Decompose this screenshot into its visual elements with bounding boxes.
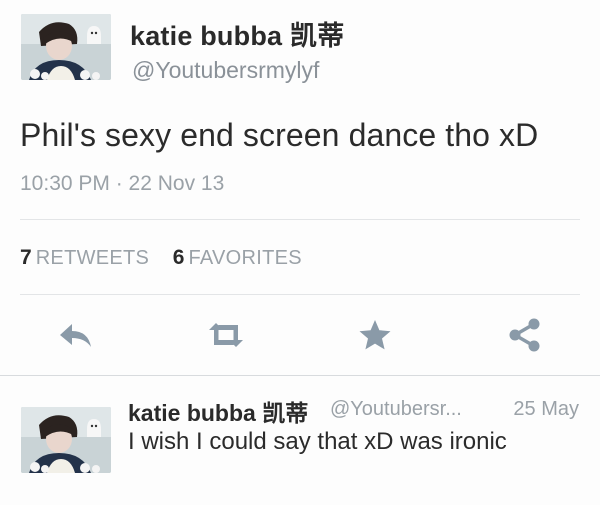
- reply-icon: [60, 324, 91, 347]
- favorites-label: FAVORITES: [188, 247, 302, 269]
- tweet-detail-screen: katie bubba 凯蒂 @Youtubersrmylyf Phil's s…: [0, 0, 600, 505]
- author-name[interactable]: katie bubba 凯蒂: [130, 14, 344, 53]
- tweet-stats: 7 RETWEETS 6 FAVORITES: [20, 246, 320, 270]
- tweet-text: Phil's sexy end screen dance tho xD: [20, 117, 539, 153]
- reply-timestamp: 25 May: [513, 398, 579, 420]
- author-handle[interactable]: @Youtubersrmylyf: [132, 57, 319, 84]
- favorite-star-icon: [359, 320, 391, 350]
- divider: [0, 375, 600, 376]
- retweet-button[interactable]: [206, 315, 246, 355]
- retweets-stat[interactable]: 7 RETWEETS: [20, 246, 149, 270]
- tweet-action-bar: [0, 315, 600, 355]
- share-icon: [509, 318, 540, 352]
- share-button[interactable]: [505, 315, 545, 355]
- reply-author-name[interactable]: katie bubba 凯蒂: [128, 394, 308, 428]
- reply-author-handle[interactable]: @Youtubersr...: [330, 398, 462, 421]
- favorites-stat[interactable]: 6 FAVORITES: [173, 246, 302, 270]
- reply-author-avatar[interactable]: [21, 407, 111, 473]
- retweets-label: RETWEETS: [35, 247, 150, 269]
- divider: [20, 294, 580, 295]
- reply-button[interactable]: [56, 315, 96, 355]
- favorites-count: 6: [172, 246, 185, 269]
- reply-text: I wish I could say that xD was ironic: [128, 428, 507, 455]
- retweet-icon: [209, 323, 243, 347]
- divider: [20, 219, 580, 220]
- author-avatar[interactable]: [21, 14, 111, 80]
- retweets-count: 7: [20, 246, 32, 269]
- favorite-button[interactable]: [355, 315, 395, 355]
- tweet-timestamp: 10:30 PM · 22 Nov 13: [20, 172, 225, 195]
